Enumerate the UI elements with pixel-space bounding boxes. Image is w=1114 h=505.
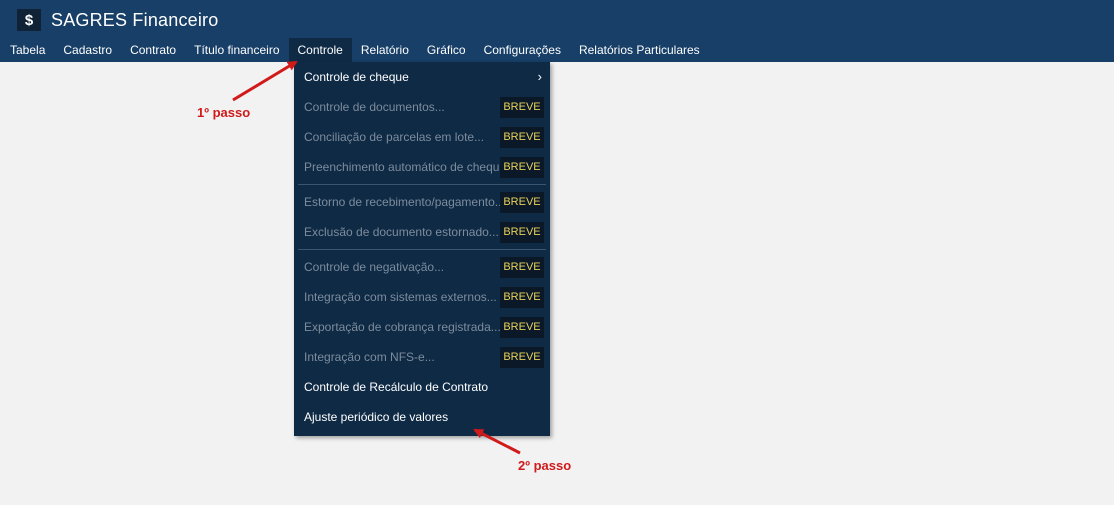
annotation-step1: 1º passo: [197, 105, 251, 120]
annotation-arrows: [232, 60, 521, 455]
arrow-step1: [232, 60, 298, 102]
annotation-step2: 2º passo: [518, 458, 572, 473]
arrow-step2: [473, 428, 521, 455]
